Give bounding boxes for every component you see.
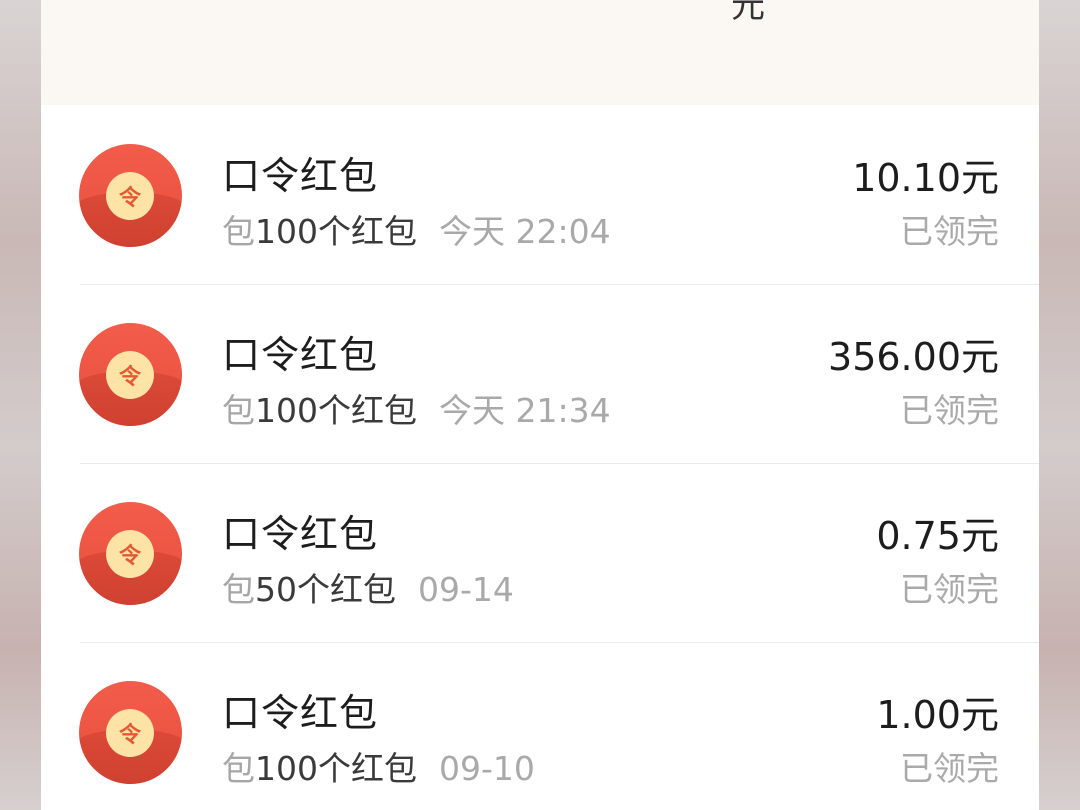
item-count: 50个红包 bbox=[255, 570, 396, 609]
list-item[interactable]: 令 口令红包 包50个红包 09-14 0.75元 已领完 bbox=[41, 463, 1039, 642]
item-prefix: 包 bbox=[222, 570, 255, 609]
header-partial-text: 元 bbox=[731, 0, 765, 26]
list-item[interactable]: 令 口令红包 包100个红包 今天 22:04 10.10元 已领完 bbox=[41, 105, 1039, 284]
item-status: 已领完 bbox=[900, 570, 999, 609]
item-time: 今天 21:34 bbox=[439, 391, 611, 430]
item-amount: 0.75元 bbox=[876, 514, 999, 558]
item-time: 09-10 bbox=[439, 749, 535, 788]
item-title: 口令红包 bbox=[222, 154, 379, 198]
item-title: 口令红包 bbox=[222, 333, 379, 377]
item-status: 已领完 bbox=[900, 212, 999, 251]
list-item[interactable]: 令 口令红包 包100个红包 09-10 1.00元 已领完 bbox=[41, 642, 1039, 810]
item-title: 口令红包 bbox=[222, 512, 379, 556]
item-count: 100个红包 bbox=[255, 391, 417, 430]
item-amount: 1.00元 bbox=[876, 693, 999, 737]
red-envelope-icon: 令 bbox=[79, 323, 182, 426]
item-title: 口令红包 bbox=[222, 691, 379, 735]
red-envelope-icon: 令 bbox=[79, 502, 182, 605]
background-right bbox=[1039, 0, 1080, 810]
item-amount: 356.00元 bbox=[828, 335, 999, 379]
item-amount: 10.10元 bbox=[852, 156, 999, 200]
password-coin-icon: 令 bbox=[106, 530, 154, 578]
item-count: 100个红包 bbox=[255, 212, 417, 251]
item-subtitle: 包50个红包 09-14 bbox=[222, 563, 514, 611]
item-status: 已领完 bbox=[900, 391, 999, 430]
list-item[interactable]: 令 口令红包 包100个红包 今天 21:34 356.00元 已领完 bbox=[41, 284, 1039, 463]
password-coin-icon: 令 bbox=[106, 351, 154, 399]
red-envelope-icon: 令 bbox=[79, 681, 182, 784]
background-left bbox=[0, 0, 41, 810]
item-prefix: 包 bbox=[222, 749, 255, 788]
item-count: 100个红包 bbox=[255, 749, 417, 788]
item-prefix: 包 bbox=[222, 391, 255, 430]
password-coin-icon: 令 bbox=[106, 172, 154, 220]
item-subtitle: 包100个红包 09-10 bbox=[222, 742, 535, 790]
item-subtitle: 包100个红包 今天 21:34 bbox=[222, 384, 611, 432]
item-time: 今天 22:04 bbox=[439, 212, 611, 251]
red-envelope-icon: 令 bbox=[79, 144, 182, 247]
item-status: 已领完 bbox=[900, 749, 999, 788]
red-packet-panel: 元 令 口令红包 包100个红包 今天 22:04 10.10元 已领完 令 口令… bbox=[41, 0, 1039, 810]
item-subtitle: 包100个红包 今天 22:04 bbox=[222, 205, 611, 253]
password-coin-icon: 令 bbox=[106, 709, 154, 757]
red-packet-list: 令 口令红包 包100个红包 今天 22:04 10.10元 已领完 令 口令红包… bbox=[41, 105, 1039, 810]
item-time: 09-14 bbox=[418, 570, 514, 609]
item-prefix: 包 bbox=[222, 212, 255, 251]
header-summary: 元 bbox=[41, 0, 1039, 105]
